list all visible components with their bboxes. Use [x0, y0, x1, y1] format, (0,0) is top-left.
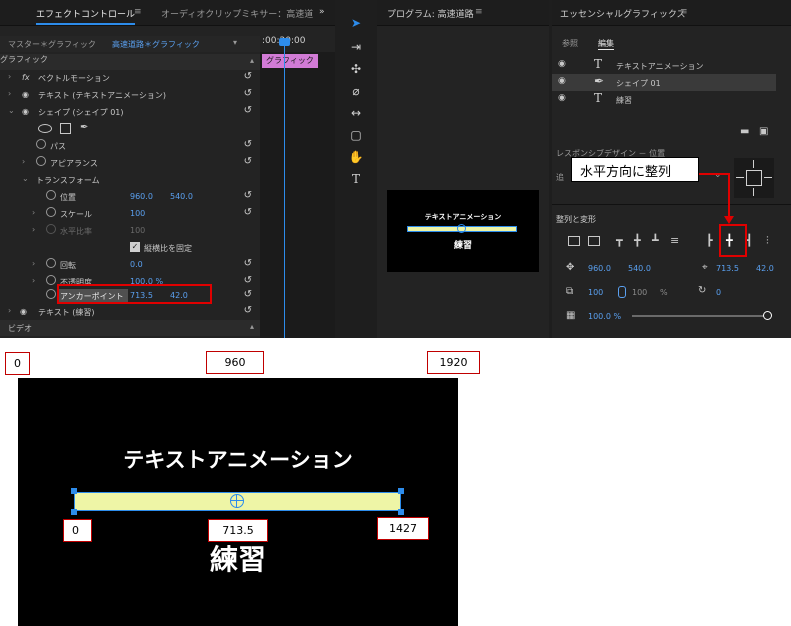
handle-icon — [71, 509, 77, 515]
handle-icon — [398, 509, 404, 515]
annotated-frame: テキストアニメーション 練習 — [18, 378, 458, 626]
handle-icon — [398, 488, 404, 494]
anchor-point-icon — [230, 494, 244, 508]
anchor-crosshair — [230, 500, 244, 501]
anchor-crosshair — [236, 494, 237, 508]
frame-subtitle: 練習 — [209, 543, 266, 576]
callout-label: 水平方向に整列 — [571, 157, 699, 182]
label-bar-right: 1427 — [377, 517, 429, 540]
handle-icon — [71, 488, 77, 494]
label-top-right: 1920 — [427, 351, 480, 374]
label-top-mid: 960 — [206, 351, 264, 374]
label-bar-left: 0 — [63, 519, 92, 542]
label-bar-mid: 713.5 — [208, 519, 268, 542]
frame-title: テキストアニメーション — [123, 448, 353, 472]
label-top-left: 0 — [5, 352, 30, 375]
